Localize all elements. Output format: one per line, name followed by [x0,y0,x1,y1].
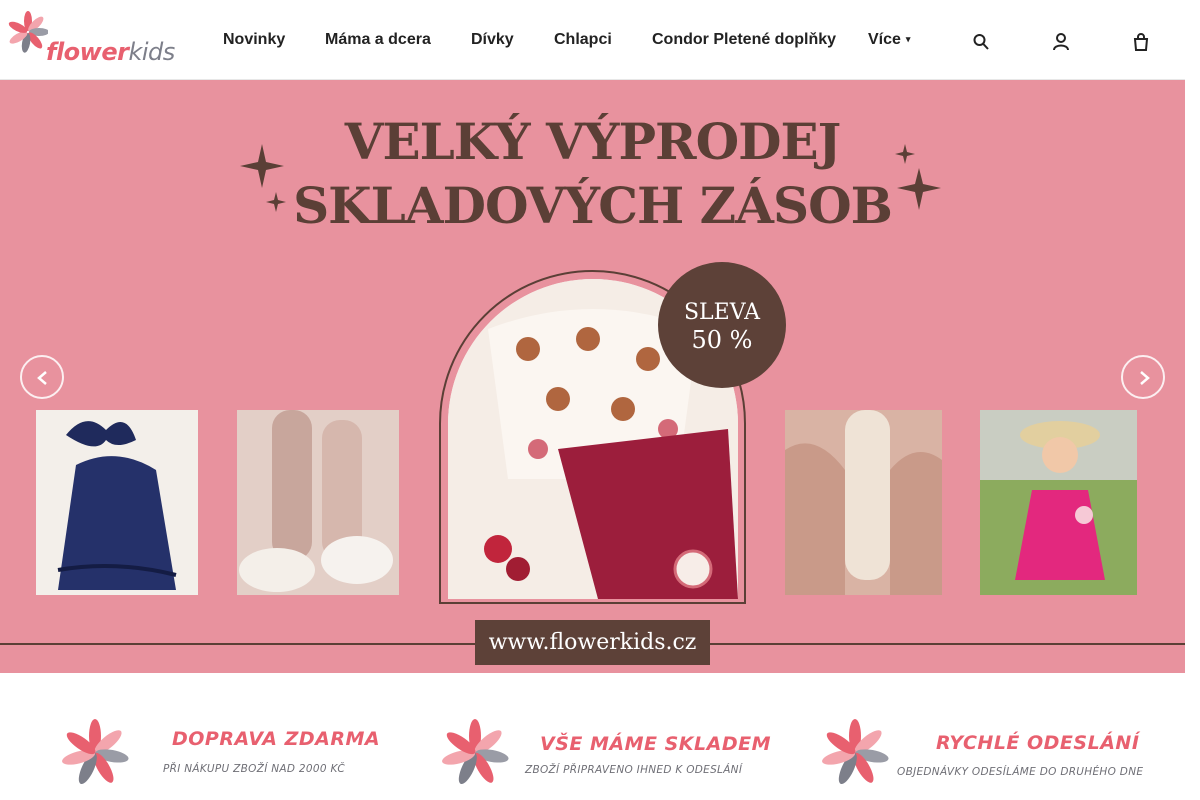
benefit-subtitle: ZBOŽÍ PŘIPRAVENO IHNED K ODESLÁNÍ [525,764,743,776]
discount-badge-label: SLEVA [683,300,761,325]
site-header: flowerkids Novinky Máma a dcera Dívky Ch… [0,0,1185,80]
flower-logo-icon [8,11,48,53]
nav-item-condor[interactable]: Condor Pletené doplňky [652,31,836,49]
cart-icon[interactable] [1133,33,1149,51]
discount-badge-value: 50 % [691,326,753,354]
nav-item-divky[interactable]: Dívky [471,31,514,49]
logo-word-kids: kids [128,38,175,66]
logo-word-flower: flower [46,38,129,66]
flower-logo-icon [62,719,129,785]
product-photo-knit-socks[interactable] [237,410,399,595]
hero-title-line2: SKLADOVÝCH ZÁSOB [293,176,893,235]
flower-logo-icon [822,719,889,785]
benefit-title: RYCHLÉ ODESLÁNÍ [936,732,1140,754]
carousel-prev-button[interactable] [20,355,64,399]
user-icon[interactable] [1053,33,1069,51]
discount-badge: SLEVA 50 % [658,262,786,388]
benefit-title: DOPRAVA ZDARMA [172,728,381,750]
nav-item-novinky[interactable]: Novinky [223,31,285,49]
sparkle-icon [895,144,941,210]
benefit-free-shipping: DOPRAVA ZDARMA PŘI NÁKUPU ZBOŽÍ NAD 2000… [60,690,380,800]
flower-logo-icon [442,719,509,785]
benefit-in-stock: VŠE MÁME SKLADEM ZBOŽÍ PŘIPRAVENO IHNED … [440,690,770,800]
chevron-down-icon: ▾ [905,34,911,44]
sparkle-icon [240,144,286,212]
chevron-right-icon [1140,371,1150,385]
nav-item-more-label: Více [868,31,901,48]
logo-text: flowerkids [46,38,175,66]
nav-item-chlapci[interactable]: Chlapci [554,31,612,49]
product-photo-pink-dress[interactable] [980,410,1137,595]
search-icon[interactable] [973,33,989,51]
carousel-next-button[interactable] [1121,355,1165,399]
nav-item-mama-a-dcera[interactable]: Máma a dcera [325,31,431,49]
benefit-subtitle: OBJEDNÁVKY ODESÍLÁME DO DRUHÉHO DNE [897,766,1144,778]
benefit-title: VŠE MÁME SKLADEM [540,733,771,755]
product-photo-tulle-socks[interactable] [785,410,942,595]
nav-item-more[interactable]: Více ▾ [868,31,910,49]
benefit-fast-dispatch: RYCHLÉ ODESLÁNÍ OBJEDNÁVKY ODESÍLÁME DO … [820,690,1160,800]
hero-title-line1: VELKÝ VÝPRODEJ [344,112,842,171]
logo[interactable]: flowerkids [8,10,175,68]
hero-website-url: www.flowerkids.cz [475,620,710,665]
hero-banner[interactable]: VELKÝ VÝPRODEJ SKLADOVÝCH ZÁSOB SLEVA 50… [0,80,1185,673]
product-photo-navy-dress[interactable] [36,410,198,595]
benefit-subtitle: PŘI NÁKUPU ZBOŽÍ NAD 2000 KČ [163,763,345,775]
chevron-left-icon [37,371,47,385]
